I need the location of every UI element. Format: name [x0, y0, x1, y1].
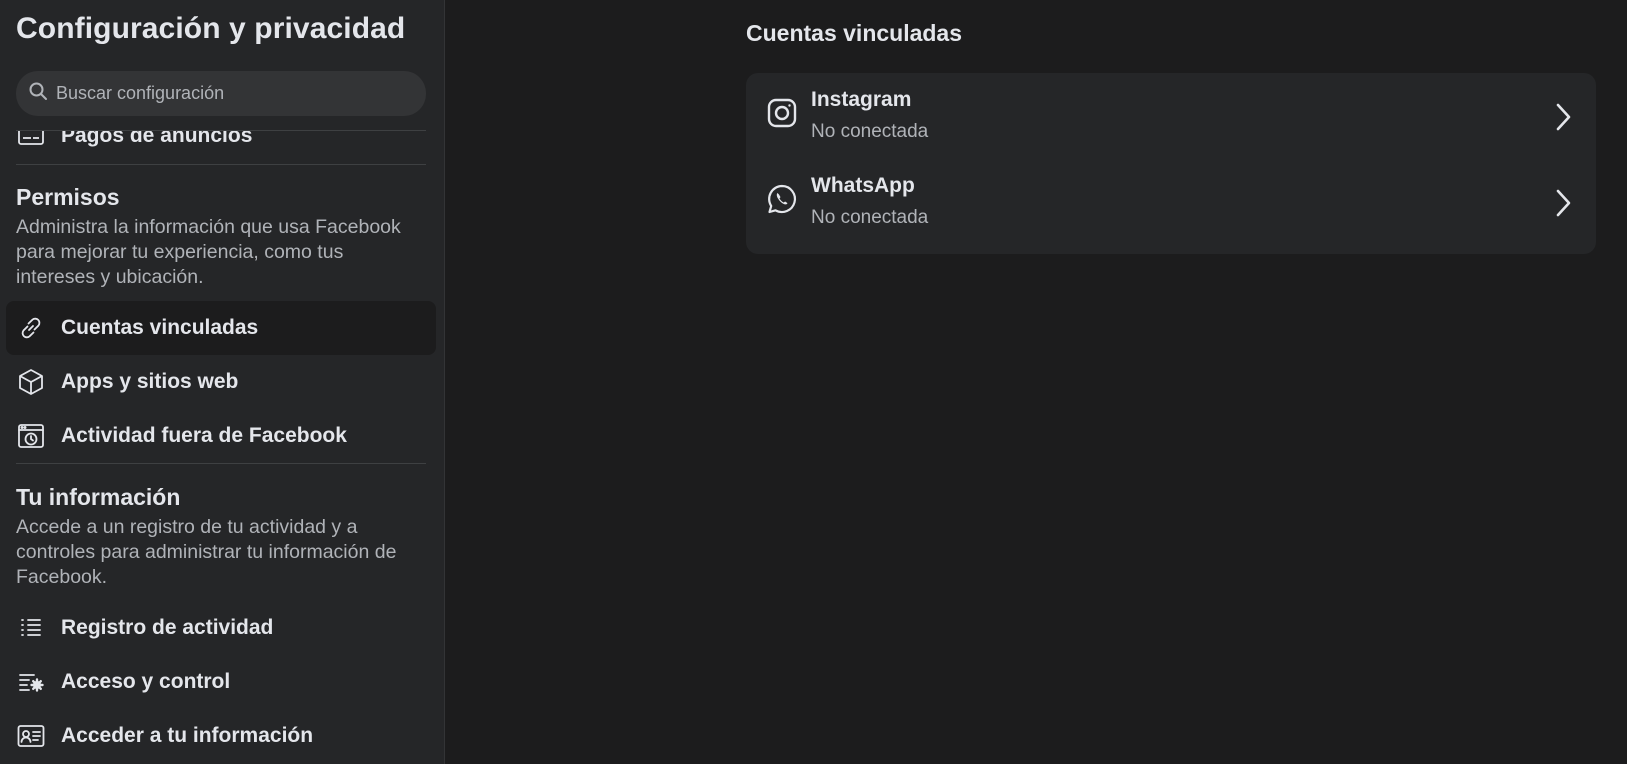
account-status: No conectada: [811, 121, 929, 142]
sidebar-item-label: Apps y sitios web: [61, 370, 239, 393]
divider: [16, 463, 426, 464]
sidebar-item-apps-websites[interactable]: Apps y sitios web: [6, 355, 436, 409]
section-title-permissions: Permisos: [16, 184, 120, 210]
account-name: Instagram: [811, 88, 912, 111]
account-status: No conectada: [811, 207, 929, 228]
section-title-your-info: Tu información: [16, 484, 181, 510]
settings-app: Configuración y privacidad Pagos de anun…: [0, 0, 1627, 764]
account-row-instagram[interactable]: Instagram No conectada: [746, 79, 1596, 165]
list-icon: [16, 613, 46, 643]
browser-history-icon: [16, 421, 46, 451]
divider: [16, 130, 426, 131]
linked-accounts-card: Instagram No conectada WhatsApp No conec…: [746, 73, 1596, 254]
search-input[interactable]: [56, 83, 406, 104]
sidebar-item-label: Cuentas vinculadas: [61, 316, 259, 339]
chevron-right-icon: [1552, 187, 1574, 219]
cube-icon: [16, 367, 46, 397]
sidebar-item-label: Registro de actividad: [61, 616, 274, 639]
sidebar-item-label: Acceso y control: [61, 670, 231, 693]
search-icon: [28, 81, 48, 106]
sidebar-item-label: Acceder a tu información: [61, 724, 314, 747]
page-title: Cuentas vinculadas: [746, 20, 963, 46]
chevron-right-icon: [1552, 101, 1574, 133]
link-icon: [16, 313, 46, 343]
sidebar-item-activity-log[interactable]: Registro de actividad: [6, 601, 436, 655]
sidebar-item-off-facebook-activity[interactable]: Actividad fuera de Facebook: [6, 409, 436, 463]
whatsapp-icon: [766, 183, 798, 215]
sidebar-item-linked-accounts[interactable]: Cuentas vinculadas: [6, 301, 436, 355]
sidebar-item-access-your-info[interactable]: Acceder a tu información: [6, 709, 436, 763]
section-description-permissions: Administra la información que usa Facebo…: [16, 216, 401, 288]
id-card-icon: [16, 721, 46, 751]
list-settings-icon: [16, 667, 46, 697]
sidebar-item-access-control[interactable]: Acceso y control: [6, 655, 436, 709]
scroll-mask: [0, 117, 444, 130]
account-row-whatsapp[interactable]: WhatsApp No conectada: [746, 165, 1596, 251]
instagram-icon: [766, 97, 798, 129]
section-description-your-info: Accede a un registro de tu actividad y a…: [16, 516, 397, 588]
settings-sidebar: Configuración y privacidad Pagos de anun…: [0, 0, 445, 764]
sidebar-item-label: Actividad fuera de Facebook: [61, 424, 347, 447]
sidebar-title: Configuración y privacidad: [16, 12, 406, 45]
divider: [16, 164, 426, 165]
account-name: WhatsApp: [811, 174, 915, 197]
